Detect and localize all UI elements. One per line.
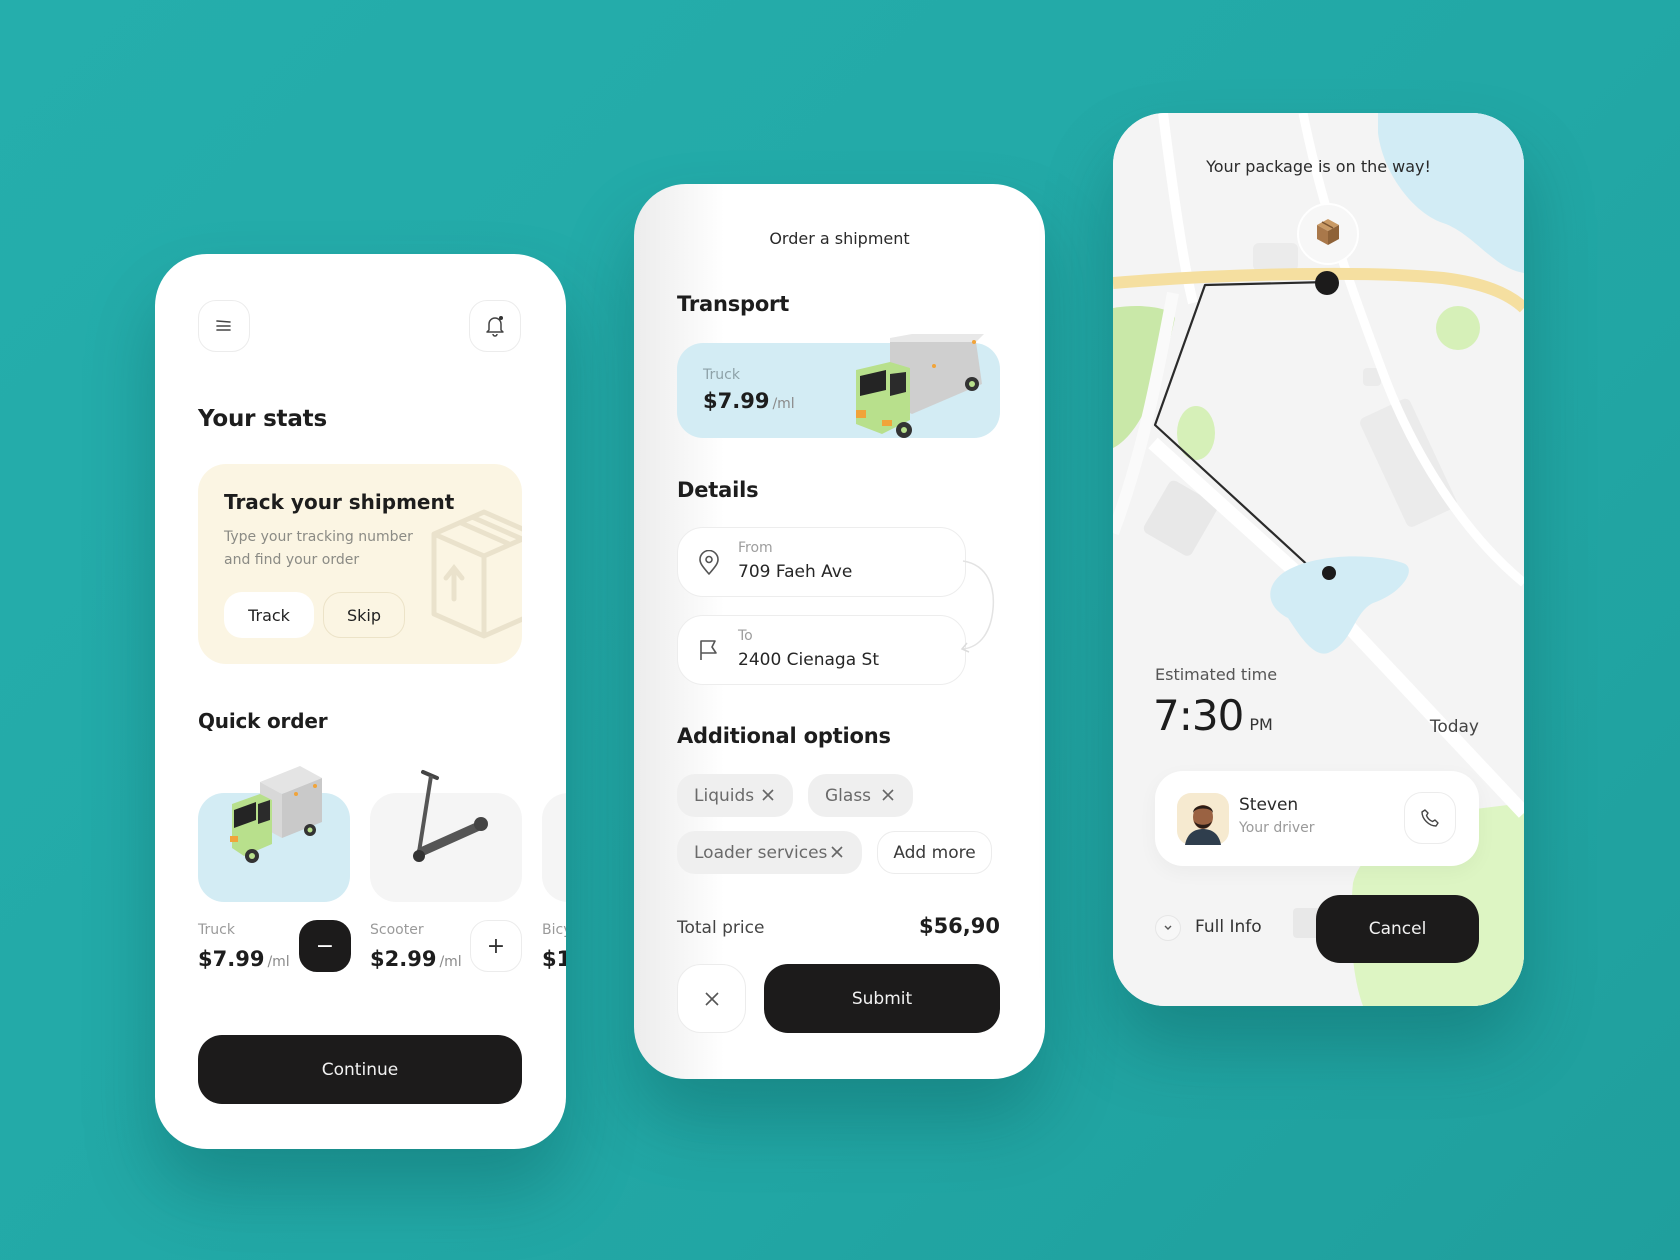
add-more-button[interactable]: Add more	[877, 831, 992, 874]
plus-icon: +	[486, 933, 506, 959]
route-end-marker	[1315, 271, 1339, 295]
quick-order-heading: Quick order	[198, 709, 328, 733]
from-label: From	[738, 540, 773, 556]
bicycle-label: Bicy	[542, 922, 566, 938]
track-card-title: Track your shipment	[224, 490, 455, 514]
transport-vehicle: Truck	[703, 367, 740, 383]
details-heading: Details	[677, 478, 759, 502]
total-price-label: Total price	[677, 918, 765, 938]
flag-icon	[700, 640, 717, 660]
driver-avatar	[1177, 793, 1229, 845]
call-driver-button[interactable]	[1404, 792, 1456, 844]
from-field[interactable]: From 709 Faeh Ave	[677, 527, 966, 597]
scooter-label: Scooter	[370, 922, 424, 938]
map[interactable]	[1113, 113, 1524, 1006]
minus-icon: −	[315, 933, 335, 959]
submit-button[interactable]: Submit	[764, 964, 1000, 1033]
close-icon[interactable]	[828, 843, 846, 861]
menu-button[interactable]	[198, 300, 250, 352]
menu-icon	[216, 320, 231, 331]
transport-price: $7.99/ml	[703, 389, 795, 413]
scooter-price-value: $2.99	[370, 947, 437, 971]
map-park	[1436, 306, 1480, 350]
option-chip[interactable]: Glass	[808, 774, 913, 817]
screen-title: Order a shipment	[769, 229, 910, 248]
scooter-icon	[413, 770, 488, 862]
map-building	[1253, 243, 1298, 271]
scooter-price-unit: /ml	[439, 954, 462, 970]
truck-price-value: $7.99	[198, 947, 265, 971]
tracking-title: Your package is on the way!	[1206, 157, 1431, 176]
driver-role: Your driver	[1239, 820, 1315, 836]
close-icon[interactable]	[759, 786, 777, 804]
close-icon	[704, 991, 719, 1006]
transport-heading: Transport	[677, 292, 790, 316]
phone-icon	[1421, 809, 1439, 827]
stats-screen: Your stats Track your shipment Type your…	[155, 254, 566, 1149]
notifications-button[interactable]	[469, 300, 521, 352]
option-chip-label: Loader services	[694, 842, 828, 863]
option-chip[interactable]: Liquids	[677, 774, 793, 817]
track-card-description: Type your tracking number and find your …	[224, 529, 413, 568]
skip-button[interactable]: Skip	[323, 592, 405, 638]
location-pin-icon	[699, 550, 719, 575]
to-label: To	[738, 628, 753, 644]
driver-name: Steven	[1239, 795, 1299, 815]
page-title: Your stats	[198, 406, 327, 432]
track-shipment-card: Track your shipment Type your tracking n…	[198, 464, 522, 664]
continue-button[interactable]: Continue	[198, 1035, 522, 1104]
truck-icon	[230, 766, 322, 863]
from-value: 709 Faeh Ave	[738, 562, 853, 582]
truck-icon	[856, 334, 984, 438]
truck-label: Truck	[198, 922, 235, 938]
estimated-time-label: Estimated time	[1155, 665, 1278, 684]
clear-button[interactable]	[677, 964, 746, 1033]
full-info-toggle[interactable]	[1155, 915, 1181, 941]
scooter-price: $2.99/ml	[370, 947, 462, 971]
truck-price: $7.99/ml	[198, 947, 290, 971]
track-button[interactable]: Track	[224, 592, 314, 638]
swap-connector-icon	[960, 560, 995, 653]
transport-price-value: $7.99	[703, 389, 770, 413]
driver-card[interactable]: Steven Your driver	[1155, 771, 1479, 866]
to-value: 2400 Cienaga St	[738, 650, 879, 670]
total-price-value: $56,90	[918, 914, 1000, 938]
estimated-time: 7:30 PM	[1153, 691, 1273, 740]
full-info-link[interactable]: Full Info	[1195, 917, 1262, 937]
option-chip-label: Liquids	[694, 785, 755, 806]
estimated-time-period: PM	[1249, 715, 1273, 734]
bell-icon	[486, 316, 504, 337]
close-icon[interactable]	[879, 786, 897, 804]
bicycle-tile[interactable]	[542, 793, 566, 902]
estimated-time-value: 7:30	[1153, 691, 1244, 740]
truck-price-unit: /ml	[267, 954, 290, 970]
option-chip-label: Glass	[825, 785, 872, 806]
to-field[interactable]: To 2400 Cienaga St	[677, 615, 966, 685]
cancel-button[interactable]: Cancel	[1316, 895, 1479, 963]
additional-options-heading: Additional options	[677, 724, 891, 748]
transport-price-unit: /ml	[772, 396, 795, 412]
driver-location-marker	[1322, 566, 1336, 580]
order-screen: Order a shipment Transport Truck $7.99/m…	[634, 184, 1045, 1079]
scooter-add-button[interactable]: +	[470, 920, 522, 972]
truck-remove-button[interactable]: −	[299, 920, 351, 972]
chevron-down-icon	[1164, 925, 1172, 930]
package-box-icon	[431, 509, 522, 639]
option-chip[interactable]: Loader services	[677, 831, 862, 874]
tracking-screen: Your package is on the way! Estimated ti…	[1113, 113, 1524, 1006]
estimated-day: Today	[1429, 717, 1479, 737]
bicycle-price: $1.	[542, 947, 566, 971]
